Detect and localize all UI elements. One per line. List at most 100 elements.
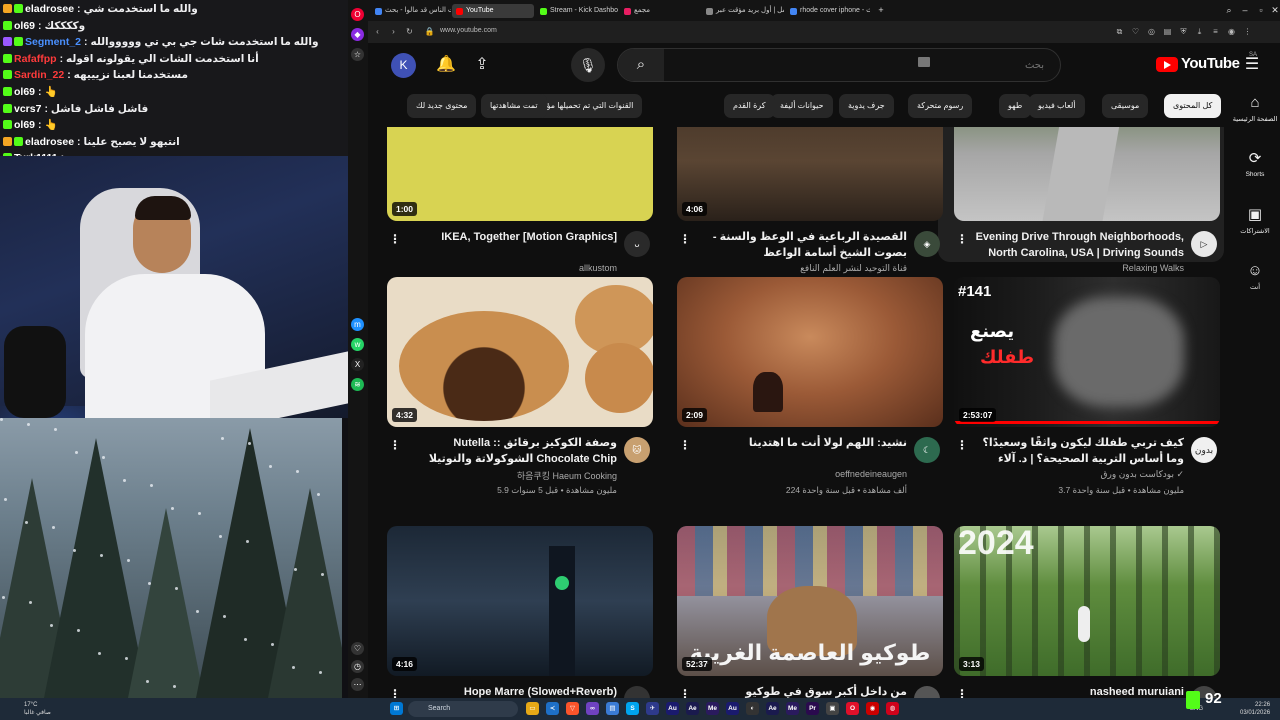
wallet-icon[interactable]: ▤ bbox=[1162, 26, 1173, 37]
channel-avatar[interactable]: ▷ bbox=[1191, 231, 1217, 257]
video-title[interactable]: كيف تربي طفلك ليكون واثقًا وسعيدًا؟ وما … bbox=[974, 435, 1184, 467]
chat-username[interactable]: Rafaffpp bbox=[14, 53, 57, 65]
opera-icon[interactable]: O bbox=[351, 8, 364, 21]
clock[interactable]: 22:26 03/01/2026 bbox=[1240, 701, 1270, 717]
new-tab-icon[interactable]: + bbox=[874, 3, 888, 17]
opera-taskbar-icon[interactable]: O bbox=[846, 702, 859, 715]
more-actions-icon[interactable]: ⋮ bbox=[679, 231, 691, 247]
channel-avatar[interactable]: ◈ bbox=[914, 231, 940, 257]
media-encoder-icon[interactable]: Me bbox=[706, 702, 719, 715]
reload-icon[interactable]: ↻ bbox=[404, 26, 415, 37]
audition-icon-2[interactable]: Au bbox=[726, 702, 739, 715]
video-thumbnail[interactable]: 1:00 bbox=[387, 127, 653, 221]
video-title[interactable]: Hope Marre (Slowed+Reverb) bbox=[407, 684, 617, 698]
voice-search-mic-icon[interactable]: 🎙 bbox=[571, 48, 605, 82]
vpn-icon[interactable]: ⛨ bbox=[1178, 26, 1189, 37]
channel-name[interactable]: Relaxing Walks bbox=[974, 263, 1184, 273]
channel-name[interactable]: allkustom bbox=[407, 263, 617, 273]
video-thumbnail[interactable]: 2:09 bbox=[677, 277, 943, 427]
guide-item-2[interactable]: ▣ الاشتراكات bbox=[1230, 205, 1280, 235]
more-actions-icon[interactable]: ⋮ bbox=[679, 686, 691, 698]
visual-studio-icon[interactable]: ∞ bbox=[586, 702, 599, 715]
more-actions-icon[interactable]: ⋮ bbox=[956, 231, 968, 247]
maximize-icon[interactable]: ▫ bbox=[1254, 3, 1268, 17]
app-icon-1[interactable]: ▤ bbox=[606, 702, 619, 715]
chat-username[interactable]: ol69 bbox=[14, 86, 35, 98]
menu-icon[interactable]: ⋮ bbox=[1242, 26, 1253, 37]
weather-widget[interactable]: 17°C صافي غالبا bbox=[24, 701, 51, 717]
minimize-icon[interactable]: – bbox=[1238, 3, 1252, 17]
filter-chip[interactable]: جرف يدوية bbox=[839, 94, 894, 118]
guide-item-3[interactable]: ☺ أنت bbox=[1230, 261, 1280, 291]
filter-chip[interactable]: طهو bbox=[999, 94, 1032, 118]
channel-avatar[interactable]: بدون bbox=[1191, 437, 1217, 463]
chat-username[interactable]: vcrs7 bbox=[14, 103, 41, 115]
messenger-icon[interactable]: m bbox=[351, 318, 364, 331]
video-title[interactable]: Evening Drive Through Neighborhoods, Nor… bbox=[974, 229, 1184, 261]
video-thumbnail[interactable]: 4:16 bbox=[387, 526, 653, 676]
channel-avatar[interactable]: ☾ bbox=[914, 437, 940, 463]
vscode-icon[interactable]: ≺ bbox=[546, 702, 559, 715]
video-thumbnail[interactable]: 4:32 bbox=[387, 277, 653, 427]
more-icon[interactable]: ⋯ bbox=[351, 678, 364, 691]
guide-item-1[interactable]: ⟳ Shorts bbox=[1230, 149, 1280, 178]
video-thumbnail[interactable]: لجمال الدين التبريزي4:06 bbox=[677, 127, 943, 221]
video-title[interactable]: نشيد: اللهم لولا أنت ما اهتدينا bbox=[697, 435, 907, 451]
forward-icon[interactable]: › bbox=[388, 26, 399, 37]
history-icon[interactable]: ◷ bbox=[351, 660, 364, 673]
chat-username[interactable]: ol69 bbox=[14, 20, 35, 32]
speed-dial-icon[interactable]: ☆ bbox=[351, 48, 364, 61]
aria-icon[interactable]: ◆ bbox=[351, 28, 364, 41]
search-input[interactable] bbox=[674, 49, 1052, 81]
obs-icon[interactable]: ◐ bbox=[746, 702, 759, 715]
channel-avatar[interactable] bbox=[914, 686, 940, 698]
video-title[interactable]: Nutella :: وصفة الكوكيز برقائق الشوكولات… bbox=[407, 435, 617, 467]
video-thumbnail[interactable]: #141 يصنع طفلك 2:53:07 bbox=[954, 277, 1220, 427]
more-actions-icon[interactable]: ⋮ bbox=[679, 437, 691, 453]
chat-username[interactable]: eladrosee bbox=[25, 3, 74, 15]
after-effects-icon-2[interactable]: Ae bbox=[766, 702, 779, 715]
channel-avatar[interactable] bbox=[624, 686, 650, 698]
chat-username[interactable]: Sardin_22 bbox=[14, 69, 64, 81]
more-actions-icon[interactable]: ⋮ bbox=[389, 686, 401, 698]
notifications-bell-icon[interactable]: 🔔 bbox=[432, 51, 460, 79]
taskbar-search[interactable]: Search bbox=[408, 701, 518, 717]
heart-icon[interactable]: ♡ bbox=[351, 642, 364, 655]
video-thumbnail[interactable] bbox=[954, 127, 1220, 221]
filter-chip[interactable]: حيوانات أليفة bbox=[771, 94, 833, 118]
browser-tab[interactable]: رأيت الناس قد مالوا - بحث bbox=[371, 4, 451, 18]
app-icon-5[interactable]: ◉ bbox=[866, 702, 879, 715]
chat-username[interactable]: eladrosee bbox=[25, 136, 74, 148]
video-title[interactable]: القصيدة الرباعية في الوعظ والسنة - بصوت … bbox=[697, 229, 907, 261]
channel-avatar[interactable]: 🐱 bbox=[624, 437, 650, 463]
video-title[interactable]: من داخل أكبر سوق في طوكيو bbox=[697, 684, 907, 698]
account-avatar[interactable]: K bbox=[391, 53, 416, 78]
easy-setup-icon[interactable]: ≡ bbox=[1210, 26, 1221, 37]
filter-chip[interactable]: تمت مشاهدتها bbox=[481, 94, 547, 118]
spotify-icon[interactable]: ≋ bbox=[351, 378, 364, 391]
filter-chip[interactable]: موسيقى bbox=[1102, 94, 1149, 118]
bookmark-icon[interactable]: ♡ bbox=[1130, 26, 1141, 37]
more-actions-icon[interactable]: ⋮ bbox=[389, 437, 401, 453]
more-actions-icon[interactable]: ⋮ bbox=[956, 437, 968, 453]
guide-menu-icon[interactable]: ☰ bbox=[1242, 55, 1262, 75]
more-actions-icon[interactable]: ⋮ bbox=[389, 231, 401, 247]
app-icon-2[interactable]: S bbox=[626, 702, 639, 715]
browser-tab[interactable]: مجمع bbox=[620, 4, 700, 18]
search-button-icon[interactable]: ⌕ bbox=[618, 49, 664, 81]
profile-icon[interactable]: ◉ bbox=[1226, 26, 1237, 37]
snapshot-icon[interactable]: ◎ bbox=[1146, 26, 1157, 37]
chat-username[interactable]: ol69 bbox=[14, 119, 35, 131]
channel-name[interactable]: بودكاست بدون ورق ✓ bbox=[974, 469, 1184, 480]
create-upload-icon[interactable]: ⇪ bbox=[468, 51, 496, 79]
back-icon[interactable]: ‹ bbox=[372, 26, 383, 37]
channel-avatar[interactable]: ᴗ bbox=[624, 231, 650, 257]
x-icon[interactable]: X bbox=[351, 358, 364, 371]
channel-name[interactable]: 하음쿠킹 Haeum Cooking bbox=[407, 469, 617, 482]
brave-icon[interactable]: ▽ bbox=[566, 702, 579, 715]
whatsapp-icon[interactable]: w bbox=[351, 338, 364, 351]
video-title[interactable]: IKEA, Together [Motion Graphics] bbox=[407, 229, 617, 245]
file-explorer-icon[interactable]: ▭ bbox=[526, 702, 539, 715]
audition-icon[interactable]: Au bbox=[666, 702, 679, 715]
browser-tab[interactable]: YouTube bbox=[452, 4, 534, 18]
